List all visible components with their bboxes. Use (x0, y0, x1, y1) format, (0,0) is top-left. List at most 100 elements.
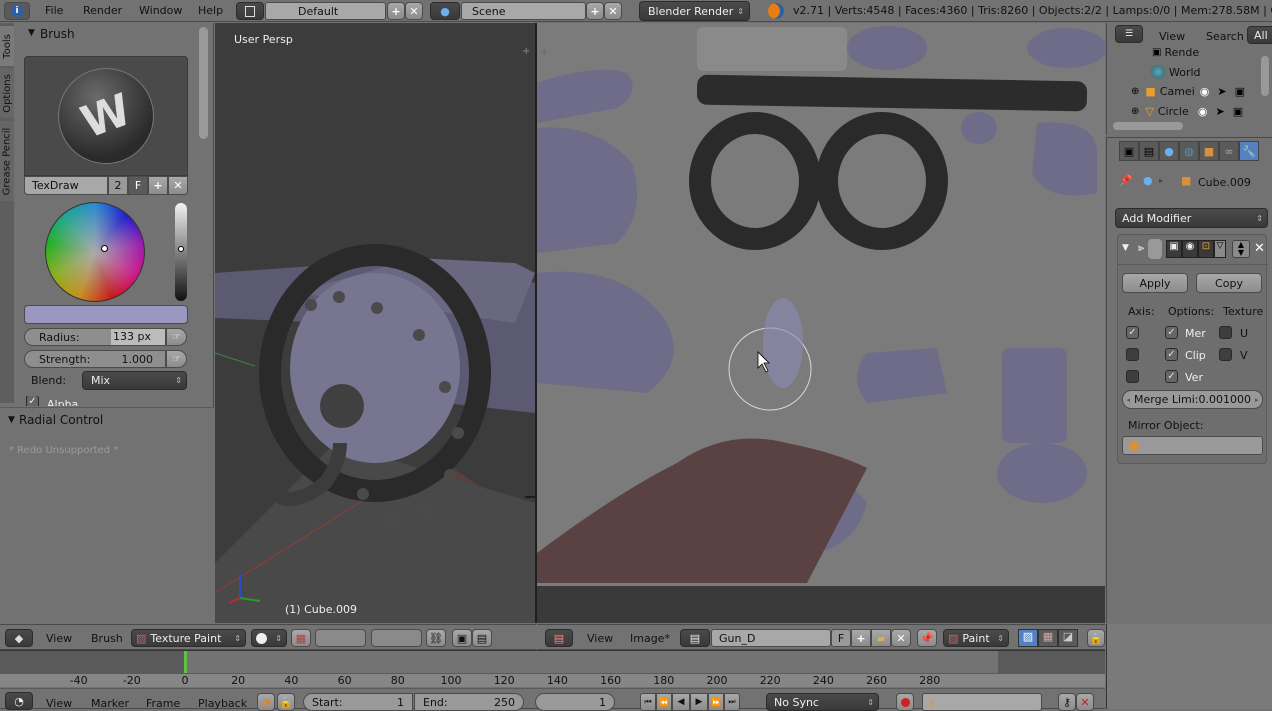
editor-type-image-button[interactable]: ▤ (545, 629, 573, 647)
menu-image[interactable]: Image* (630, 632, 670, 645)
scene-selector[interactable]: ● (430, 2, 460, 20)
auto-keying-button[interactable] (896, 693, 914, 711)
menu-frame[interactable]: Frame (146, 697, 180, 710)
texture-v-checkbox[interactable] (1219, 348, 1232, 361)
renderable-camera-icon[interactable]: ▣ (1233, 105, 1243, 118)
jump-end-icon[interactable]: ⏭ (724, 693, 740, 711)
expand-icon[interactable]: ⊕ (1131, 106, 1139, 117)
current-frame-indicator[interactable] (184, 651, 187, 673)
alpha-checkbox[interactable]: ✓ (26, 396, 39, 406)
menu-window[interactable]: Window (139, 4, 182, 17)
radius-pressure-toggle[interactable]: ☞ (166, 328, 187, 346)
draw-channels-alpha[interactable]: ▦ (1038, 629, 1058, 647)
renderable-camera-icon[interactable]: ▣ (1235, 85, 1245, 98)
editor-type-outliner-button[interactable]: ☰ (1115, 25, 1143, 43)
brush-panel-title[interactable]: Brush (40, 27, 75, 41)
outliner-item-camera[interactable]: ⊕ ■ Camei ◉ ➤ ▣ (1107, 82, 1272, 100)
copy-button[interactable]: Copy (1196, 273, 1262, 293)
axis-z-checkbox[interactable] (1126, 370, 1139, 383)
render-opengl-button[interactable]: ▣ (452, 629, 472, 647)
layers-grid-a[interactable] (315, 629, 366, 647)
remove-modifier-close-icon[interactable]: ✕ (1254, 241, 1265, 256)
lock-button[interactable]: 🔒 (1087, 629, 1105, 647)
next-keyframe-icon[interactable]: ⏩ (708, 693, 724, 711)
blend-mode-dropdown[interactable]: Mix ⇕ (82, 371, 187, 390)
editor-type-3d-button[interactable]: ◆ (5, 629, 33, 647)
draw-channels-color-alpha[interactable]: ▨ (1018, 629, 1038, 647)
keying-set-field[interactable]: ⚷ (922, 693, 1042, 711)
menu-view[interactable]: View (587, 632, 613, 645)
3d-viewport[interactable]: User Persp (1) Cube.009 + (215, 23, 535, 623)
image-fake-user-toggle[interactable]: F (831, 629, 851, 647)
lock-frame-button[interactable]: 🔒 (277, 693, 295, 711)
pin-icon[interactable]: 📌 (1119, 174, 1133, 187)
tab-world-icon[interactable]: ◍ (1179, 141, 1199, 161)
visibility-eye-icon[interactable]: ◉ (1200, 85, 1210, 98)
image-mode-dropdown[interactable]: ▧ Paint ⇕ (943, 629, 1009, 647)
cage-toggle-icon[interactable]: ▽ (1214, 240, 1226, 258)
add-modifier-dropdown[interactable]: Add Modifier ⇕ (1115, 208, 1268, 228)
menu-render[interactable]: Render (83, 4, 122, 17)
brush-preview[interactable]: W (24, 56, 188, 176)
render-animation-button[interactable]: ▤ (472, 629, 492, 647)
strength-pressure-toggle[interactable]: ☞ (166, 350, 187, 368)
add-scene-button[interactable]: + (586, 2, 604, 20)
menu-view[interactable]: View (46, 632, 72, 645)
browse-image-button[interactable]: ▤ (680, 629, 710, 647)
region-toggle-plus-icon[interactable]: + (522, 47, 532, 57)
outliner-item-world[interactable]: World (1107, 63, 1201, 81)
increment-arrow-icon[interactable]: ▸ (1255, 396, 1259, 404)
new-brush-button[interactable]: + (148, 176, 168, 195)
menu-marker[interactable]: Marker (91, 697, 129, 710)
outliner-vscrollbar[interactable] (1261, 56, 1269, 96)
tab-tools[interactable]: Tools (0, 26, 14, 66)
strength-slider[interactable]: Strength: 1.000 (24, 350, 166, 368)
outliner-item-circle[interactable]: ⊕ ▽ Circle ◉ ➤ ▣ (1107, 102, 1272, 120)
pin-image-button[interactable]: 📌 (917, 629, 937, 647)
uv-image-editor[interactable]: + (537, 23, 1105, 623)
scene-name-field[interactable]: Scene (461, 2, 586, 20)
menu-help[interactable]: Help (198, 4, 223, 17)
lock-layers-button[interactable]: ⛓ (426, 629, 446, 647)
tab-modifiers-wrench-icon[interactable]: 🔧 (1239, 141, 1259, 161)
clipping-checkbox[interactable]: ✓ (1165, 348, 1178, 361)
viewport-toggle-eye-icon[interactable]: ◉ (1182, 240, 1198, 258)
brush-users-count[interactable]: 2 (108, 176, 128, 195)
outliner-view-menu[interactable]: View (1159, 30, 1185, 43)
collapse-arrow-icon[interactable]: ▼ (1122, 243, 1129, 253)
mirror-object-field[interactable]: ■ (1122, 436, 1263, 455)
timeline[interactable]: -40 -20 0 20 40 60 80 100 120 140 160 18… (0, 650, 1105, 687)
mode-dropdown[interactable]: ▧ Texture Paint ⇕ (131, 629, 246, 647)
end-frame-field[interactable]: End: 250 (414, 693, 524, 711)
merge-checkbox[interactable]: ✓ (1165, 326, 1178, 339)
axis-y-checkbox[interactable] (1126, 348, 1139, 361)
selectable-arrow-icon[interactable]: ➤ (1217, 85, 1226, 98)
tool-shelf-scrollbar[interactable] (199, 27, 208, 139)
expand-icon[interactable]: ⊕ (1131, 86, 1139, 97)
limit-selection-button[interactable]: ▦ (291, 629, 311, 647)
menu-brush[interactable]: Brush (91, 632, 123, 645)
unlink-image-button[interactable]: ✕ (891, 629, 911, 647)
modifier-name-field[interactable] (1148, 239, 1162, 259)
add-layout-button[interactable]: + (387, 2, 405, 20)
color-picker-handle[interactable] (101, 245, 108, 252)
fake-user-toggle[interactable]: F (128, 176, 148, 195)
region-toggle-plus-icon[interactable]: + (540, 47, 548, 58)
preview-range-button[interactable]: ◔ (257, 693, 275, 711)
decrement-arrow-icon[interactable]: ◂ (1126, 396, 1130, 404)
play-reverse-icon[interactable]: ◀ (672, 693, 690, 711)
brush-name-field[interactable]: TexDraw (24, 176, 108, 195)
outliner-item-render[interactable]: ▣ Rende (1107, 45, 1199, 59)
editor-type-info-button[interactable]: i (4, 2, 30, 20)
open-image-button[interactable]: ▰ (871, 629, 891, 647)
prev-keyframe-icon[interactable]: ⏪ (656, 693, 672, 711)
merge-limit-field[interactable]: ◂ Merge Limi:0.001000 ▸ (1122, 390, 1263, 409)
viewport-shading-dropdown[interactable]: ⇕ (251, 629, 287, 647)
tab-scene-icon[interactable]: ● (1159, 141, 1179, 161)
draw-channels-zbuffer[interactable]: ◪ (1058, 629, 1078, 647)
insert-keyframe-button[interactable]: ⚷ (1058, 693, 1076, 711)
delete-keyframe-button[interactable]: ✕ (1076, 693, 1094, 711)
screen-layout-selector[interactable] (236, 2, 264, 20)
tab-grease-pencil[interactable]: Grease Pencil (0, 121, 14, 201)
start-frame-field[interactable]: Start: 1 (303, 693, 413, 711)
